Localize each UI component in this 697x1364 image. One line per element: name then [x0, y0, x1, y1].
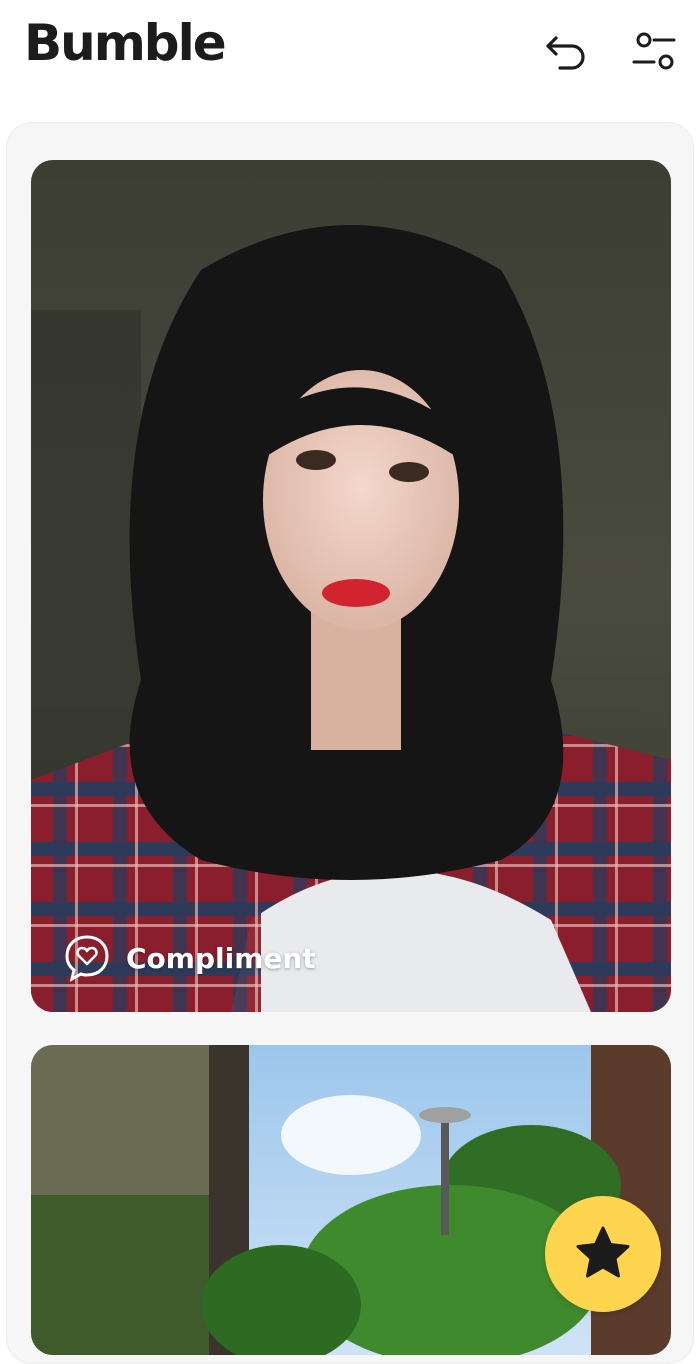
- filters-toggle-icon: [632, 32, 676, 70]
- profile-photo-secondary-image: [31, 1045, 671, 1355]
- profile-photo-secondary[interactable]: [31, 1045, 671, 1355]
- heart-chat-icon: [65, 935, 109, 982]
- filters-button[interactable]: [628, 26, 680, 78]
- star-icon: [576, 1226, 630, 1278]
- undo-button[interactable]: [540, 26, 592, 78]
- compliment-label: Compliment: [126, 941, 316, 975]
- compliment-button[interactable]: Compliment: [62, 932, 316, 984]
- profile-photo-image: [31, 160, 671, 1012]
- app-header: Bumble: [0, 0, 697, 110]
- app-logo: Bumble: [24, 14, 227, 72]
- profile-photo[interactable]: [31, 160, 671, 1012]
- superswipe-star-button[interactable]: [545, 1196, 661, 1312]
- undo-arrow-icon: [546, 36, 585, 70]
